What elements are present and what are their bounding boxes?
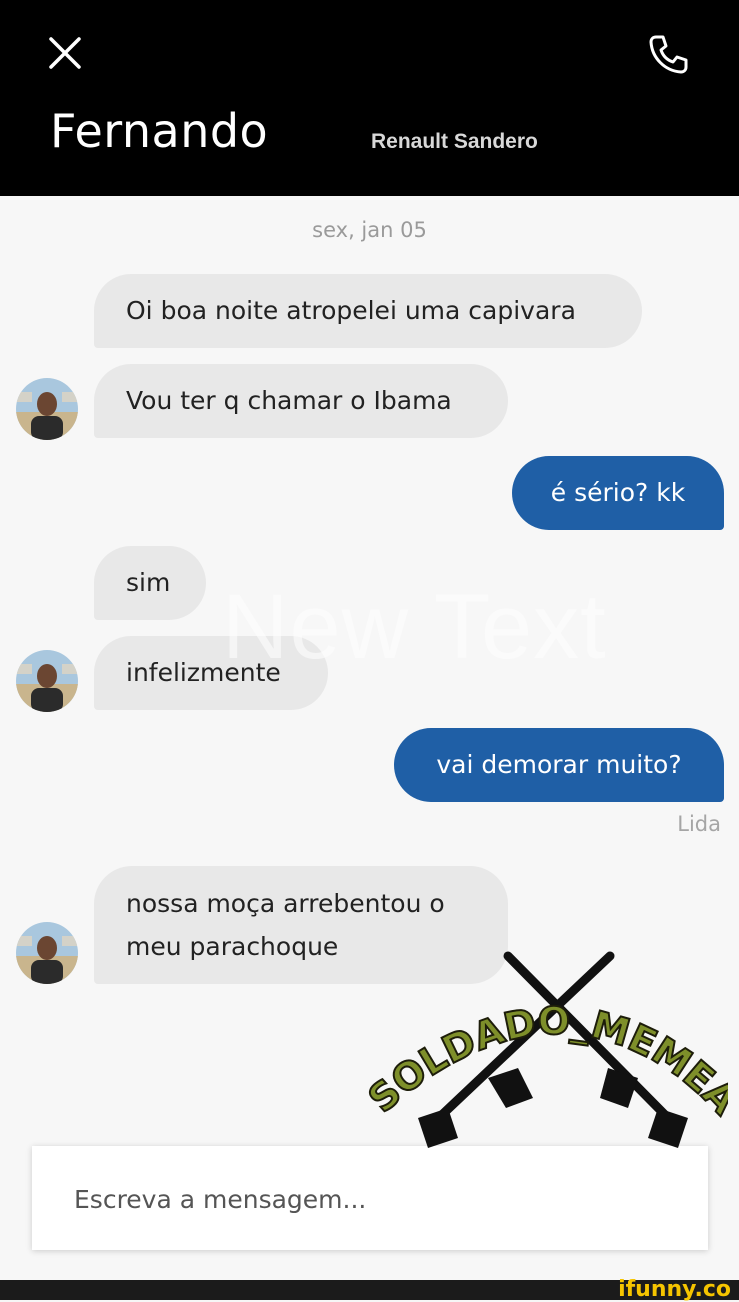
message-outgoing[interactable]: vai demorar muito? — [394, 728, 724, 802]
message-text-line: nossa moça arrebentou o — [126, 889, 445, 918]
close-icon — [49, 37, 81, 69]
avatar[interactable] — [16, 650, 78, 712]
message-incoming[interactable]: sim — [94, 546, 206, 620]
message-text: sim — [126, 568, 171, 597]
overlay-text: New Text — [222, 576, 607, 678]
contact-name: Fernando — [50, 104, 269, 158]
avatar[interactable] — [16, 922, 78, 984]
message-incoming[interactable]: Oi boa noite atropelei uma capivara — [94, 274, 642, 348]
ifunny-watermark: ifunny.co — [618, 1277, 731, 1302]
message-input[interactable] — [72, 1146, 676, 1252]
footer-bar: ifunny.co — [0, 1277, 739, 1302]
read-receipt: Lida — [677, 812, 721, 836]
message-text: é sério? kk — [550, 478, 686, 507]
message-text: Oi boa noite atropelei uma capivara — [126, 296, 576, 325]
close-button[interactable] — [40, 28, 90, 78]
phone-icon — [649, 35, 688, 74]
message-text: Vou ter q chamar o Ibama — [126, 386, 452, 415]
chat-header: Fernando Renault Sandero — [0, 0, 739, 196]
soldado-memeal-logo: SOLDADO_MEMEAL — [368, 948, 728, 1148]
avatar[interactable] — [16, 378, 78, 440]
message-incoming[interactable]: Vou ter q chamar o Ibama — [94, 364, 508, 438]
call-button[interactable] — [640, 26, 696, 82]
message-outgoing[interactable]: é sério? kk — [512, 456, 724, 530]
date-divider: sex, jan 05 — [312, 218, 427, 242]
message-composer[interactable] — [32, 1146, 708, 1252]
message-text: vai demorar muito? — [436, 750, 682, 779]
car-model: Renault Sandero — [371, 130, 538, 153]
svg-text:SOLDADO_MEMEAL: SOLDADO_MEMEAL — [368, 948, 728, 1123]
